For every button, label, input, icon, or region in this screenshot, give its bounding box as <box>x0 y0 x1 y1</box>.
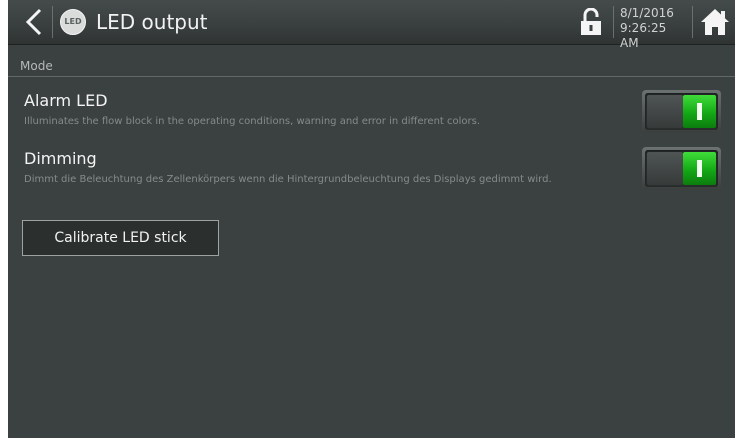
toggle-off-segment <box>647 95 683 128</box>
date-text: 8/1/2016 <box>620 6 674 20</box>
toggle-on-segment <box>683 95 716 128</box>
unlocked-padlock-icon <box>581 7 601 35</box>
toggle-track <box>645 93 718 130</box>
led-output-screen: LED LED output 8/1/2016 9:26:25 AM Mode … <box>8 0 735 438</box>
calibrate-led-stick-button[interactable]: Calibrate LED stick <box>22 220 219 256</box>
time-text: 9:26:25 AM <box>620 21 667 50</box>
dimming-description: Dimmt die Beleuchtung des Zellenkörpers … <box>24 174 552 185</box>
date-time-display: 8/1/2016 9:26:25 AM <box>620 6 686 51</box>
header-separator <box>52 6 53 38</box>
toggle-off-segment <box>647 152 683 185</box>
header-bar: LED LED output 8/1/2016 9:26:25 AM <box>8 0 735 50</box>
toggle-on-mark <box>697 103 702 120</box>
alarm-led-title: Alarm LED <box>24 91 108 110</box>
home-icon <box>701 9 729 35</box>
toggle-on-segment <box>683 152 716 185</box>
back-button[interactable] <box>20 7 50 37</box>
dimming-title: Dimming <box>24 149 97 168</box>
page-title: LED output <box>96 10 208 34</box>
lock-button[interactable] <box>580 7 602 36</box>
toggle-on-mark <box>697 160 702 177</box>
home-button[interactable] <box>700 7 730 37</box>
alarm-led-description: Illuminates the flow block in the operat… <box>24 116 481 127</box>
chevron-left-icon <box>25 8 42 36</box>
alarm-led-toggle[interactable] <box>642 90 721 133</box>
section-label: Mode <box>20 59 53 73</box>
led-icon-text: LED <box>64 17 82 26</box>
toggle-track <box>645 150 718 187</box>
section-divider <box>8 76 735 77</box>
led-icon: LED <box>60 9 86 35</box>
header-separator <box>692 6 693 38</box>
dimming-toggle[interactable] <box>642 147 721 190</box>
header-separator <box>613 6 614 38</box>
